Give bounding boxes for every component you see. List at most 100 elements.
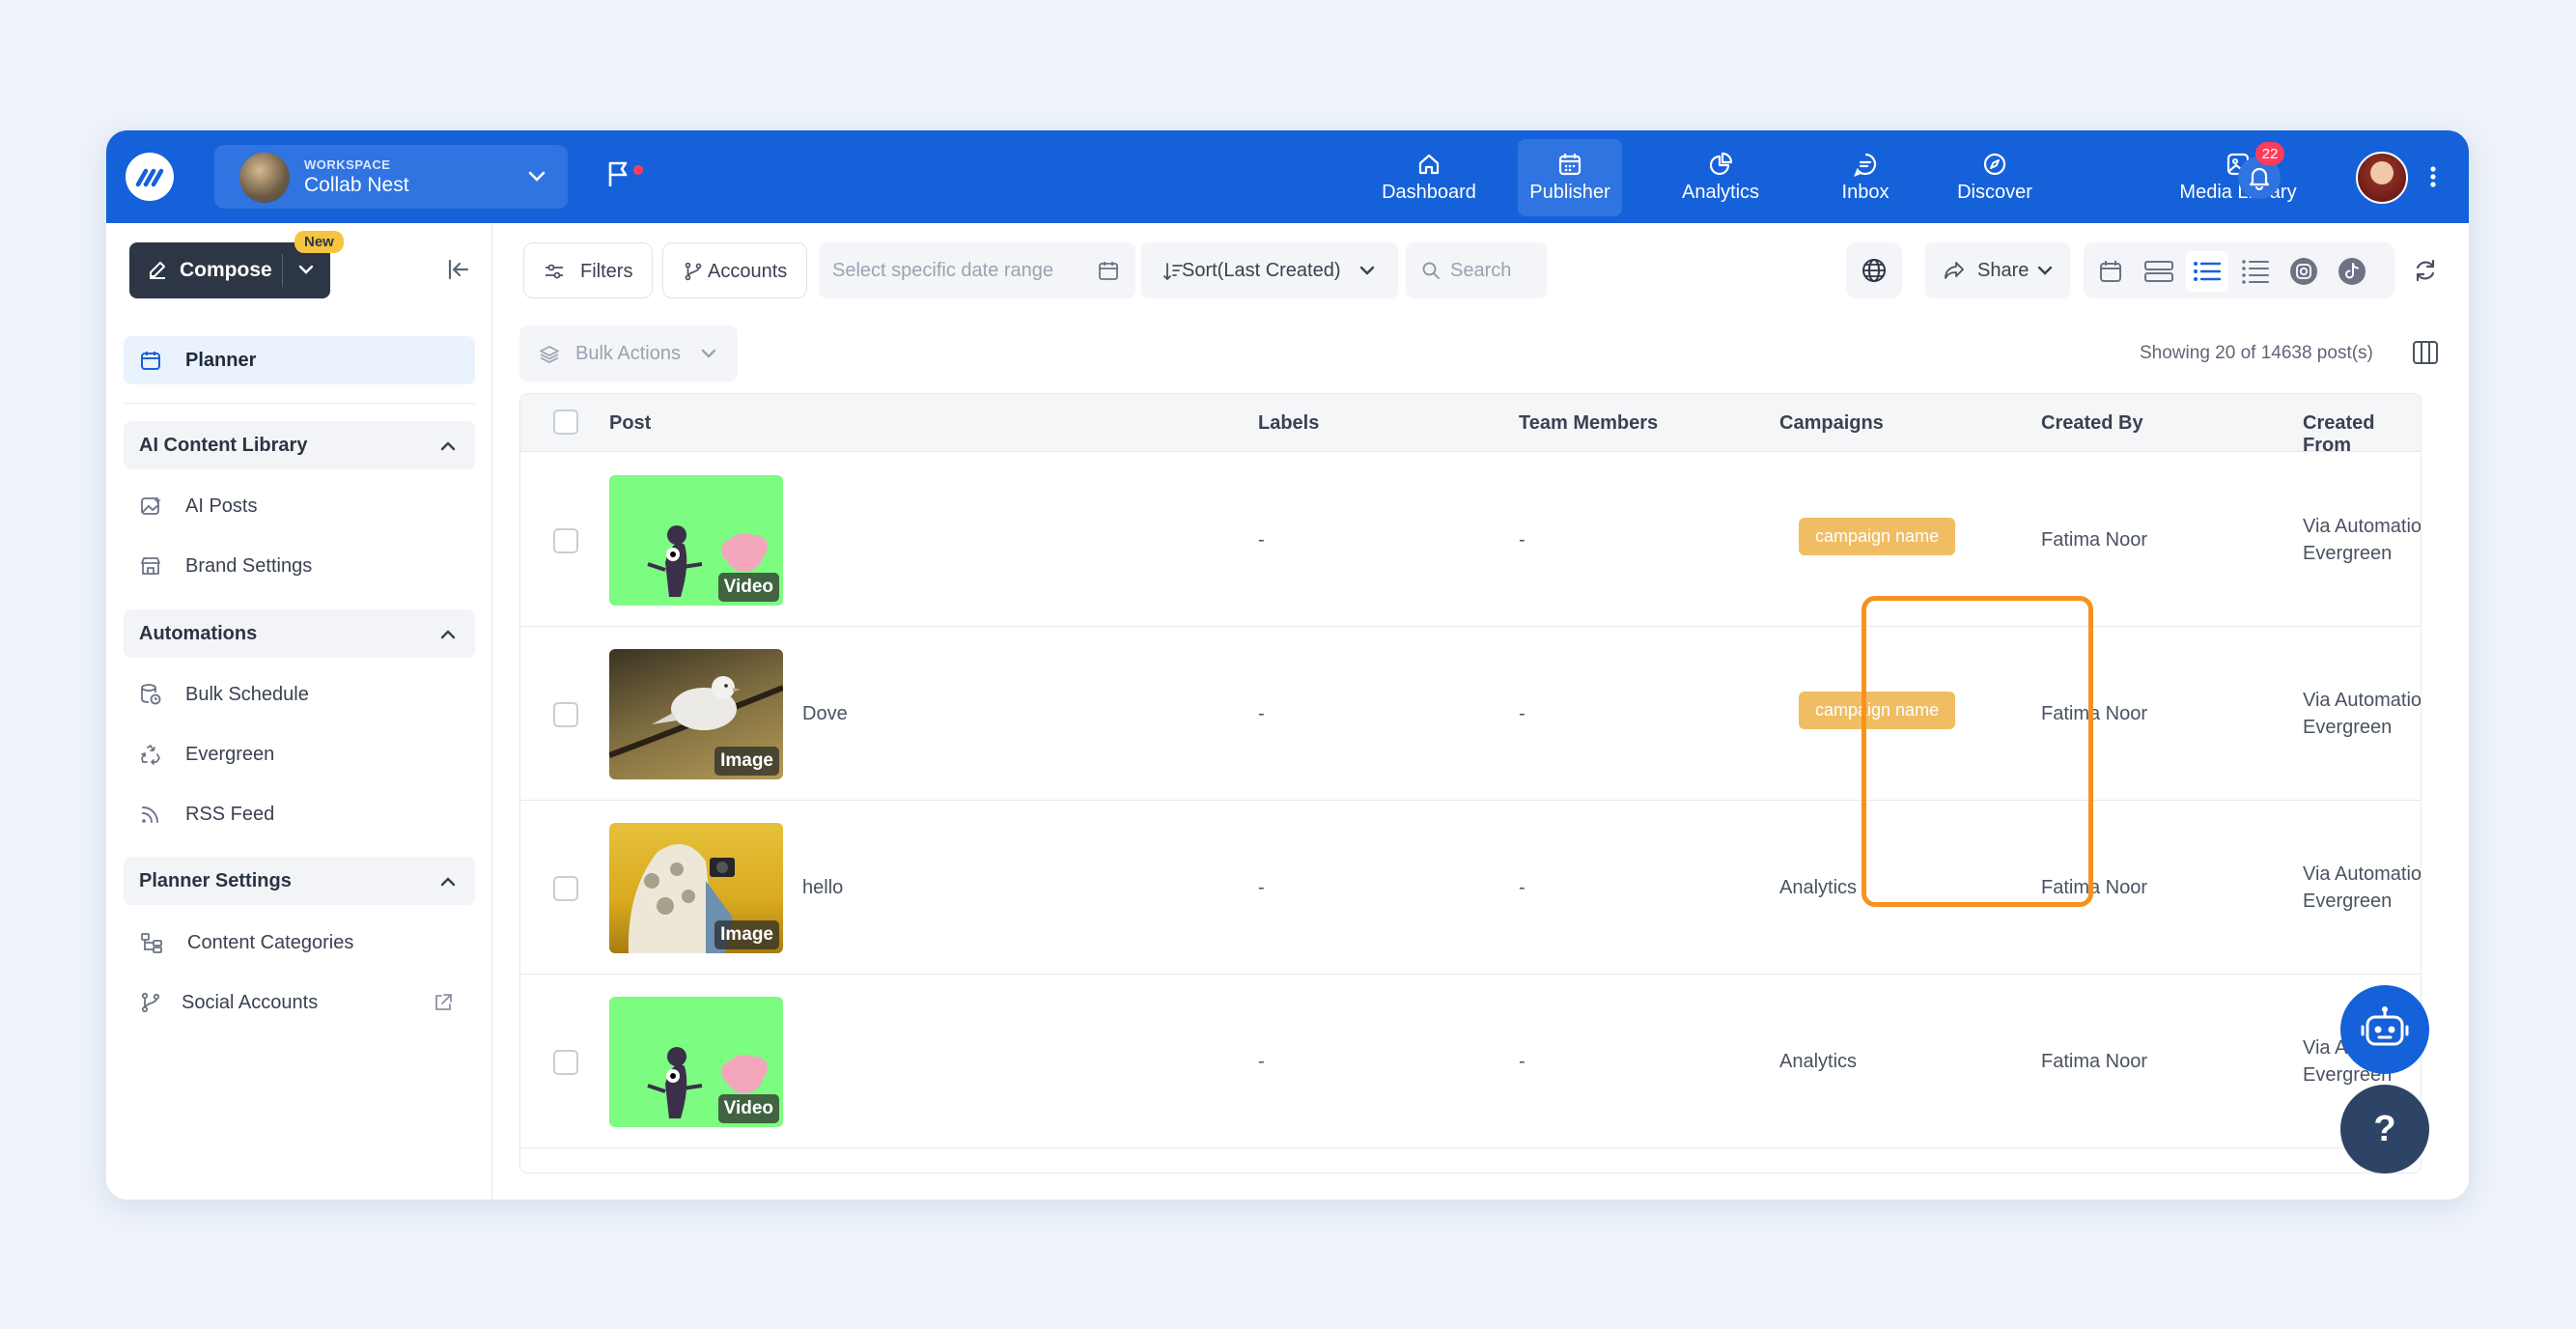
post-count: Showing 20 of 14638 post(s) xyxy=(2140,343,2373,363)
post-thumbnail[interactable]: Image xyxy=(609,649,783,779)
branch-icon xyxy=(685,262,702,281)
new-badge: New xyxy=(294,231,344,253)
sort-label: Sort(Last Created) xyxy=(1182,260,1341,281)
labels-cell: - xyxy=(1258,529,1265,551)
sidebar-item-ai-posts[interactable]: AI Posts xyxy=(124,482,475,530)
more-options-icon[interactable] xyxy=(2429,165,2437,188)
workspace-switcher[interactable]: WORKSPACE Collab Nest xyxy=(214,145,568,209)
post-title[interactable]: Dove xyxy=(802,703,848,725)
hierarchy-icon xyxy=(141,933,162,953)
row-checkbox[interactable] xyxy=(553,702,578,727)
post-thumbnail[interactable]: Video xyxy=(609,475,783,606)
table-row[interactable]: Video - - campaign name Fatima Noor Via … xyxy=(520,453,2421,627)
table-row[interactable]: Video - - Analytics Fatima Noor Via A Ev… xyxy=(520,975,2421,1148)
chevron-down-icon xyxy=(701,349,716,358)
section-title: Automations xyxy=(139,623,258,644)
filters-button[interactable]: Filters xyxy=(523,242,653,298)
chat-icon xyxy=(1854,153,1877,177)
sort-dropdown[interactable]: Sort(Last Created) xyxy=(1141,242,1398,298)
compass-icon xyxy=(1983,153,2006,176)
column-header-campaigns[interactable]: Campaigns xyxy=(1779,412,1884,435)
column-header-labels[interactable]: Labels xyxy=(1258,412,1319,435)
app-window: WORKSPACE Collab Nest Dashboard Publishe… xyxy=(106,130,2469,1200)
database-clock-icon xyxy=(141,684,161,705)
column-header-created-by[interactable]: Created By xyxy=(2041,412,2143,435)
nav-discover[interactable]: Discover xyxy=(1941,139,2049,216)
sidebar-item-content-categories[interactable]: Content Categories xyxy=(124,919,475,967)
campaign-badge[interactable]: campaign name xyxy=(1799,518,1956,555)
post-thumbnail[interactable]: Image xyxy=(609,823,783,953)
nav-label: Publisher xyxy=(1529,182,1610,203)
column-header-post[interactable]: Post xyxy=(609,412,651,435)
external-link-icon[interactable] xyxy=(433,992,454,1013)
row-checkbox[interactable] xyxy=(553,528,578,553)
table-row[interactable]: Image hello - - Analytics Fatima Noor Vi… xyxy=(520,801,2421,975)
sidebar-item-label: Evergreen xyxy=(185,744,275,765)
compact-list-view-button[interactable] xyxy=(2240,256,2271,287)
flag-icon[interactable] xyxy=(606,159,631,188)
feed-view-button[interactable] xyxy=(2143,256,2174,287)
notification-count-badge: 22 xyxy=(2255,142,2284,165)
calendar-view-button[interactable] xyxy=(2095,256,2126,287)
sidebar-item-evergreen[interactable]: Evergreen xyxy=(124,730,475,778)
search-placeholder: Search xyxy=(1450,260,1512,281)
date-range-picker[interactable]: Select specific date range xyxy=(819,242,1135,298)
labels-cell: - xyxy=(1258,1051,1265,1072)
accounts-button[interactable]: Accounts xyxy=(662,242,807,298)
nav-analytics[interactable]: Analytics xyxy=(1663,139,1778,216)
help-button[interactable]: ? xyxy=(2340,1085,2429,1173)
pie-chart-icon xyxy=(1709,152,1733,176)
created-from-detail: Evergreen xyxy=(2303,717,2393,738)
nav-label: Discover xyxy=(1957,182,2032,203)
bulk-actions-dropdown[interactable]: Bulk Actions xyxy=(519,325,738,382)
nav-label: Inbox xyxy=(1841,182,1890,203)
sidebar-item-bulk-schedule[interactable]: Bulk Schedule xyxy=(124,670,475,719)
app-logo[interactable] xyxy=(126,153,174,201)
bell-icon xyxy=(2249,167,2270,190)
collapse-sidebar-icon[interactable] xyxy=(446,258,471,281)
sidebar-item-rss-feed[interactable]: RSS Feed xyxy=(124,790,475,838)
labels-cell: - xyxy=(1258,703,1265,724)
chevron-down-icon[interactable] xyxy=(295,259,317,280)
section-planner-settings[interactable]: Planner Settings xyxy=(124,857,475,905)
section-ai-content-library[interactable]: AI Content Library xyxy=(124,421,475,469)
list-view-button[interactable] xyxy=(2186,251,2228,292)
sidebar-item-social-accounts[interactable]: Social Accounts xyxy=(124,978,475,1027)
created-from-cell: Via Automation xyxy=(2303,863,2422,885)
sidebar-item-planner[interactable]: Planner xyxy=(124,336,475,384)
instagram-grid-view-button[interactable] xyxy=(2288,256,2319,287)
workspace-name: Collab Nest xyxy=(304,174,409,196)
section-automations[interactable]: Automations xyxy=(124,609,475,658)
user-avatar[interactable] xyxy=(2356,152,2408,204)
refresh-icon[interactable] xyxy=(2412,257,2439,284)
chevron-up-icon xyxy=(440,630,456,639)
select-all-checkbox[interactable] xyxy=(553,410,578,435)
sidebar-item-brand-settings[interactable]: Brand Settings xyxy=(124,542,475,590)
date-range-placeholder: Select specific date range xyxy=(832,260,1054,281)
nav-label: Dashboard xyxy=(1382,182,1476,203)
post-thumbnail[interactable]: Video xyxy=(609,997,783,1127)
row-checkbox[interactable] xyxy=(553,1050,578,1075)
nav-dashboard[interactable]: Dashboard xyxy=(1371,139,1487,216)
columns-icon[interactable] xyxy=(2412,340,2439,365)
sidebar-item-label: Brand Settings xyxy=(185,555,313,577)
column-header-created-from[interactable]: Created From xyxy=(2303,412,2421,457)
created-from-cell: Via Automation xyxy=(2303,516,2422,537)
column-header-team-members[interactable]: Team Members xyxy=(1519,412,1658,435)
post-title[interactable]: hello xyxy=(802,877,843,899)
campaigns-highlight-box xyxy=(1862,596,2093,907)
instagram-icon xyxy=(2290,258,2317,285)
timezone-button[interactable] xyxy=(1846,242,1902,298)
posts-table: Post Labels Team Members Campaigns Creat… xyxy=(519,393,2422,1173)
section-title: Planner Settings xyxy=(139,870,292,891)
tiktok-grid-view-button[interactable] xyxy=(2337,256,2367,287)
search-input[interactable]: Search xyxy=(1406,242,1547,298)
share-button[interactable]: Share xyxy=(1925,242,2070,298)
calendar-icon xyxy=(2100,261,2121,282)
row-checkbox[interactable] xyxy=(553,876,578,901)
table-row[interactable]: Image Dove - - campaign name Fatima Noor… xyxy=(520,627,2421,801)
share-label: Share xyxy=(1977,260,2030,281)
nav-inbox[interactable]: Inbox xyxy=(1817,139,1914,216)
nav-publisher[interactable]: Publisher xyxy=(1518,139,1622,216)
ai-assistant-button[interactable] xyxy=(2340,985,2429,1074)
